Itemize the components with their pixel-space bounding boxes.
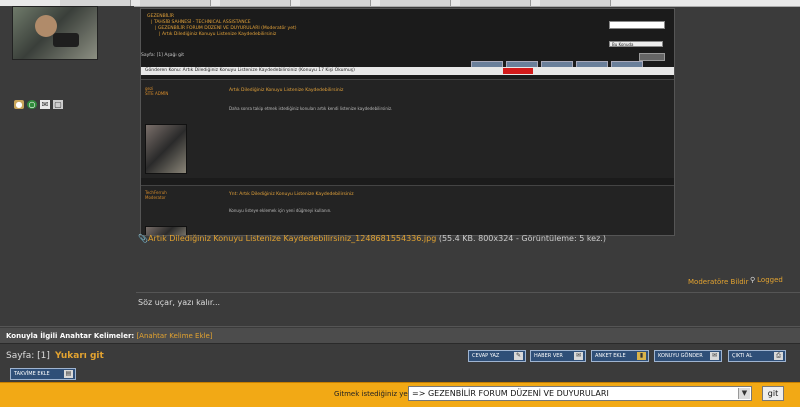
browser-tab[interactable] <box>540 0 611 6</box>
browser-tab[interactable] <box>460 0 531 6</box>
calendar-icon: ▤ <box>64 370 73 378</box>
profile-icon[interactable]: ● <box>14 100 24 109</box>
website-icon[interactable]: ○ <box>27 100 37 109</box>
embedded-post-title: Ynt: Artık Dilediğiniz Konuyu Listenize … <box>229 192 354 197</box>
logged-label: Logged <box>757 276 783 284</box>
browser-tab[interactable] <box>140 0 211 6</box>
embedded-post-text: Konuyu listeye eklemek için yeni düğmeyi… <box>229 208 332 213</box>
poll-icon: ▮ <box>637 352 646 360</box>
message-icon[interactable]: ▢ <box>53 100 63 109</box>
embedded-post: gezi SİTE ADMİN Artık Dilediğiniz Konuyu… <box>141 79 674 178</box>
embedded-search-button <box>639 53 665 61</box>
browser-tab[interactable] <box>300 0 371 6</box>
embedded-post-title: Artık Dilediğiniz Konuyu Listenize Kayde… <box>229 88 344 93</box>
avatar <box>12 6 98 60</box>
embedded-breadcrumb-item: | Artık Dilediğiniz Konuyu Listenize Kay… <box>159 32 277 37</box>
email-icon[interactable]: ✉ <box>40 100 50 109</box>
add-poll-button-label: ANKET EKLE <box>595 353 626 359</box>
embedded-post-avatar <box>145 124 187 174</box>
jump-label: Gitmek istediğiniz yer: <box>334 390 413 398</box>
avatar-camera <box>53 33 79 47</box>
print-button-label: ÇIKTI AL <box>732 353 753 359</box>
signature-divider <box>136 292 800 293</box>
notify-icon: ✉ <box>574 352 583 360</box>
page-indicator: Sayfa: [1] <box>6 351 50 361</box>
print-icon: ⎙ <box>774 352 783 360</box>
browser-tab[interactable] <box>220 0 291 6</box>
embedded-breadcrumb: GEZENBİLİR | TAHSİB SAHNESİ - TECHNICAL … <box>147 14 547 38</box>
poster-icons: ● ○ ✉ ▢ <box>14 100 63 109</box>
go-up-link[interactable]: Yukarı git <box>55 351 104 361</box>
signature: Söz uçar, yazı kalır... <box>138 298 221 307</box>
send-topic-button-label: KONUYU GÖNDER <box>658 353 703 359</box>
chevron-down-icon[interactable]: ▼ <box>738 388 750 399</box>
attachment-icon: 📎 <box>138 234 148 243</box>
embedded-post-text: Daha sonra takip etmek istediğiniz konul… <box>229 106 393 111</box>
embedded-thread-bar: Gönderen Konu: Artık Dilediğiniz Konuyu … <box>141 67 674 75</box>
embedded-post: TechFerruh Moderator Ynt: Artık Dilediği… <box>141 185 674 235</box>
logged-indicator: ⚲ Logged <box>750 276 783 284</box>
jump-select-value: => GEZENBİLİR FORUM DÜZENİ VE DUYURULARI <box>412 389 609 398</box>
attached-screenshot[interactable]: GEZENBİLİR | TAHSİB SAHNESİ - TECHNICAL … <box>140 8 675 236</box>
ip-icon: ⚲ <box>750 276 756 284</box>
embedded-post-author: TechFerruh Moderator <box>145 190 167 200</box>
add-to-calendar-button[interactable]: TAKVİME EKLE ▤ <box>10 368 76 380</box>
send-topic-button[interactable]: KONUYU GÖNDER ✉ <box>654 350 722 362</box>
report-to-moderator-link[interactable]: Moderatöre Bildir <box>688 278 748 286</box>
attachment-link[interactable]: Artık Dilediğiniz Konuyu Listenize Kayde… <box>148 234 436 243</box>
notify-button-label: HABER VER <box>534 353 563 359</box>
notify-button[interactable]: HABER VER ✉ <box>530 350 586 362</box>
reply-button-label: CEVAP YAZ <box>472 353 500 359</box>
embedded-pager: Sayfa: [1] Aşağı git <box>141 53 184 58</box>
add-to-calendar-label: TAKVİME EKLE <box>14 371 50 377</box>
browser-tab[interactable] <box>380 0 451 6</box>
embedded-highlight <box>503 68 533 74</box>
embedded-post-author: gezi SİTE ADMİN <box>145 86 169 96</box>
add-poll-button[interactable]: ANKET EKLE ▮ <box>591 350 649 362</box>
send-icon: ✉ <box>710 352 719 360</box>
add-keyword-link[interactable]: [Anahtar Kelime Ekle] <box>136 332 212 340</box>
attachment-meta: (55.4 KB. 800x324 - Görüntüleme: 5 kez.) <box>438 234 606 243</box>
attachment-caption: 📎Artık Dilediğiniz Konuyu Listenize Kayd… <box>138 234 606 243</box>
go-button[interactable]: git <box>762 386 784 401</box>
jump-select[interactable]: => GEZENBİLİR FORUM DÜZENİ VE DUYURULARI… <box>408 386 752 401</box>
post-divider <box>0 326 800 327</box>
embedded-search-scope: Bu Konuda <box>609 41 663 47</box>
reply-button[interactable]: CEVAP YAZ ✎ <box>468 350 526 362</box>
keywords-bar: Konuyla İlgili Anahtar Kelimeler: [Anaht… <box>0 328 800 344</box>
keywords-label: Konuyla İlgili Anahtar Kelimeler: <box>6 332 135 340</box>
print-button[interactable]: ÇIKTI AL ⎙ <box>728 350 786 362</box>
embedded-search-input <box>609 21 665 29</box>
reply-icon: ✎ <box>514 352 523 360</box>
embedded-thread-title: Gönderen Konu: Artık Dilediğiniz Konuyu … <box>145 68 355 73</box>
